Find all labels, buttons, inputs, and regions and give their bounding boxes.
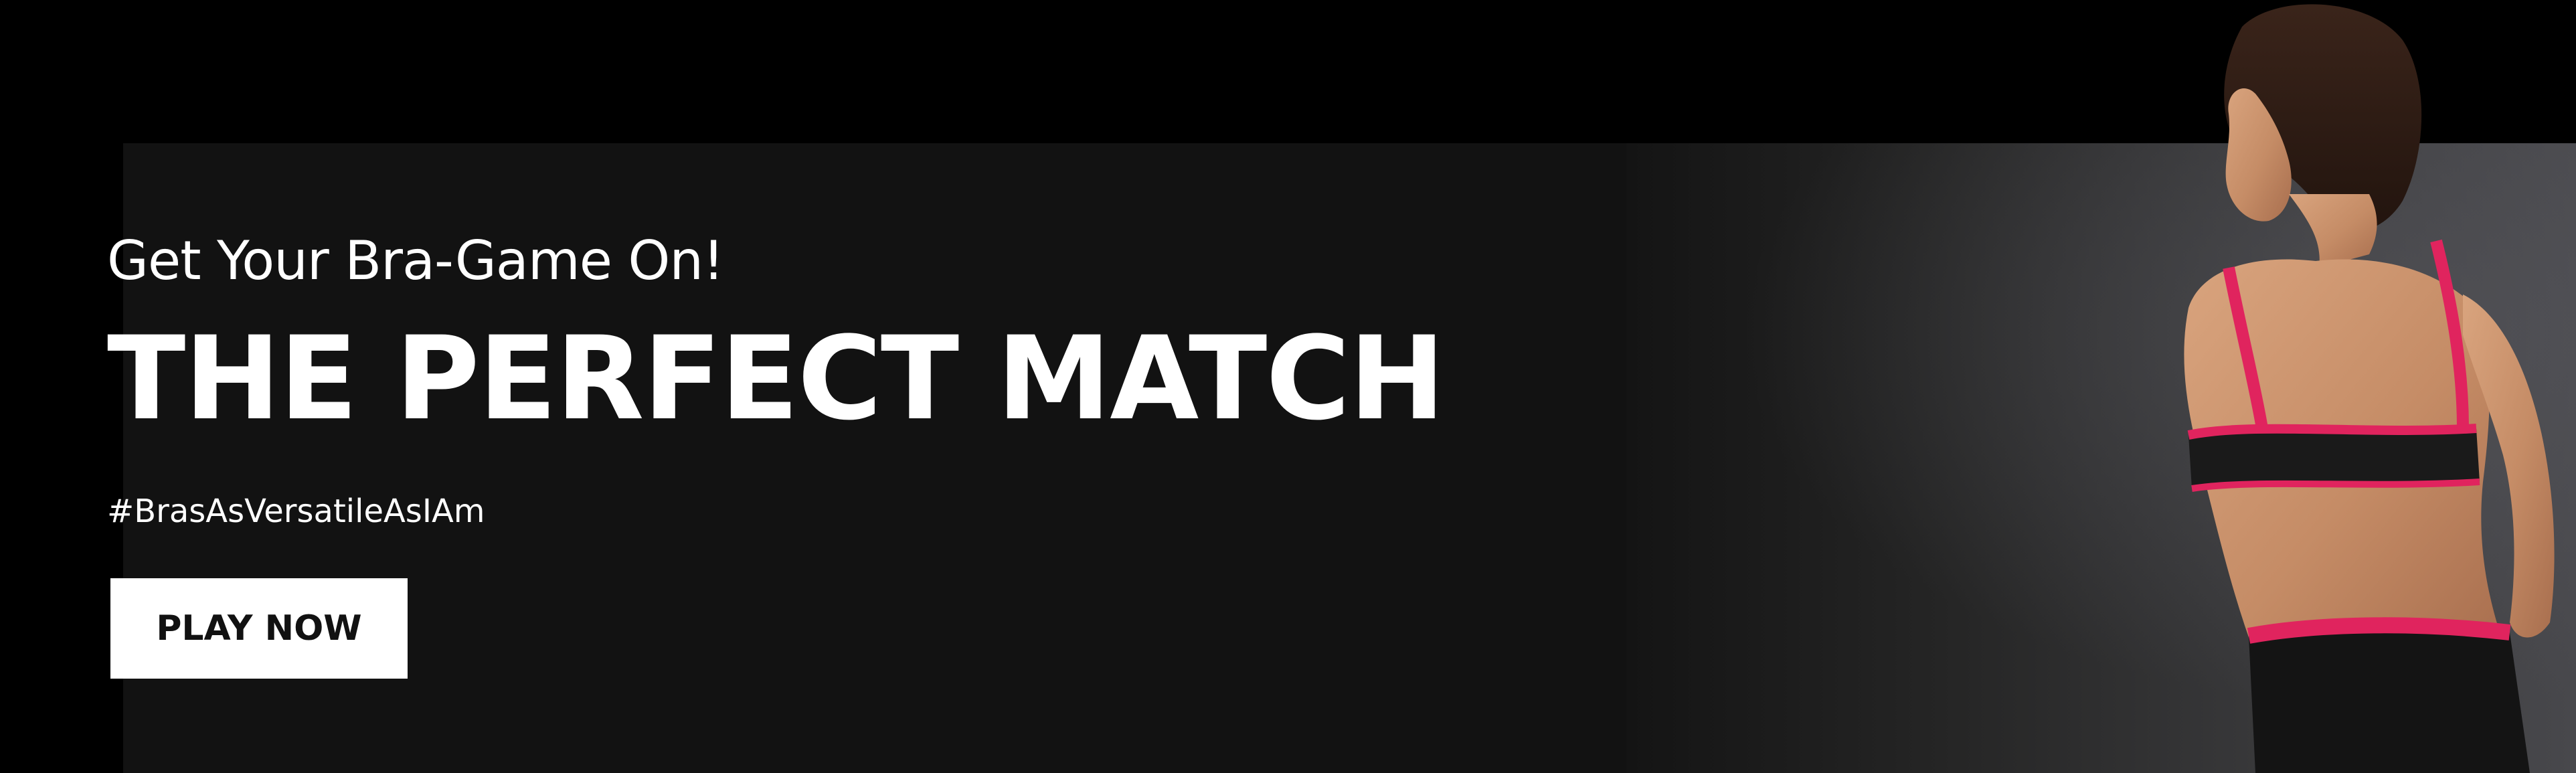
banner-eyebrow: Get Your Bra-Game On! (107, 230, 724, 292)
play-now-label: PLAY NOW (156, 608, 362, 649)
briefs-shape (2249, 625, 2530, 773)
banner-headline: THE PERFECT MATCH (107, 311, 1445, 446)
play-now-button[interactable]: PLAY NOW (110, 578, 408, 679)
promo-banner: Get Your Bra-Game On! THE PERFECT MATCH … (0, 0, 2576, 773)
bra-band (2188, 428, 2480, 489)
neck-shape (2289, 194, 2377, 268)
bra-band-trim (2187, 424, 2477, 440)
model-photo (2184, 4, 2555, 773)
banner-hashtag: #BrasAsVersatileAsIAm (107, 493, 485, 530)
